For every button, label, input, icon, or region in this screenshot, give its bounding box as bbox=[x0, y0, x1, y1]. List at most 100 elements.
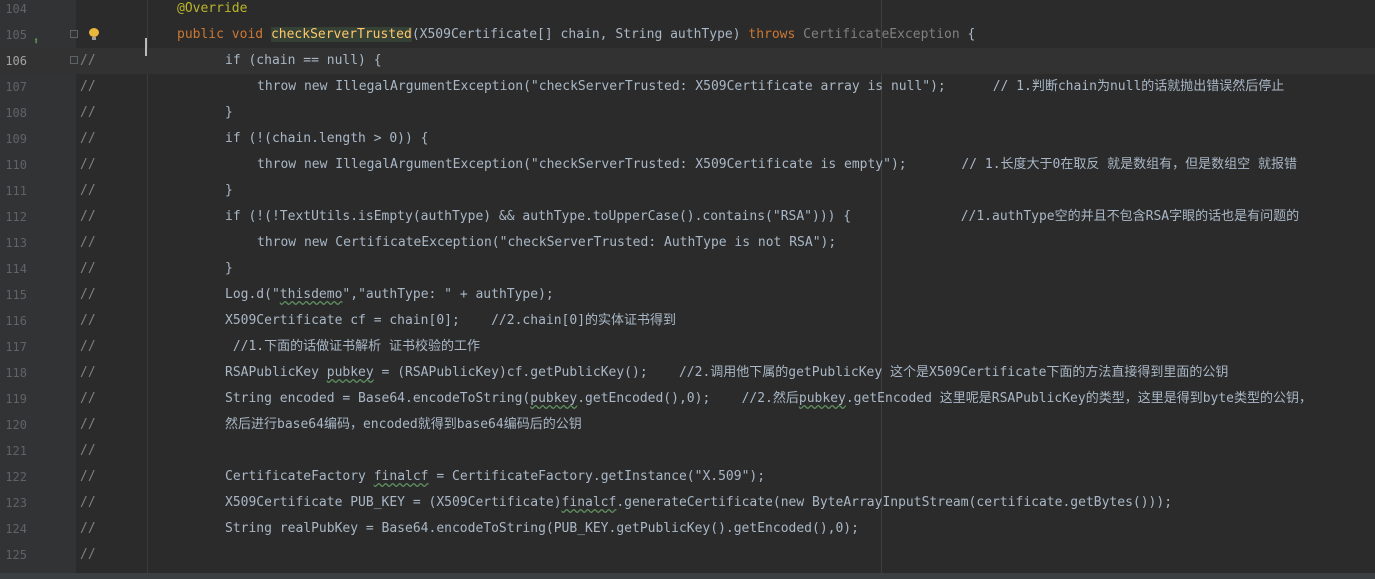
line-comment-marker: // bbox=[80, 521, 96, 536]
line-number: 111 bbox=[5, 184, 27, 198]
line-number: 125 bbox=[5, 548, 27, 562]
line-number: 105 bbox=[5, 28, 27, 42]
line-number: 116 bbox=[5, 314, 27, 328]
code-text: RSAPublicKey pubkey = (RSAPublicKey)cf.g… bbox=[225, 360, 1228, 386]
code-token: (X509Certificate[] chain, String authTyp… bbox=[411, 27, 749, 42]
code-text: X509Certificate cf = chain[0]; //2.chain… bbox=[225, 308, 676, 334]
code-text: throw new IllegalArgumentException("chec… bbox=[257, 152, 1297, 178]
line-number: 122 bbox=[5, 470, 27, 484]
code-token: throw new CertificateException("checkSer… bbox=[257, 235, 837, 250]
code-token: if (chain == null) { bbox=[225, 53, 382, 68]
code-line[interactable]: 124 // String realPubKey = Base64.encodeTo… bbox=[0, 516, 1375, 542]
code-token: finalcf bbox=[373, 469, 429, 484]
line-number: 107 bbox=[5, 80, 27, 94]
code-token: if (!(!TextUtils.isEmpty(authType) && au… bbox=[225, 209, 1300, 224]
line-comment-marker: // bbox=[80, 79, 96, 94]
line-number: 112 bbox=[5, 210, 27, 224]
code-token: pubkey bbox=[326, 365, 374, 380]
code-text: public void checkServerTrusted(X509Certi… bbox=[177, 22, 975, 48]
line-number: 106 bbox=[5, 54, 27, 68]
line-number: 115 bbox=[5, 288, 27, 302]
code-line[interactable]: 115 // Log.d("thisdemo","authType: " + aut… bbox=[0, 282, 1375, 308]
code-text: } bbox=[225, 178, 233, 204]
code-line[interactable]: 122 // CertificateFactory finalcf = Certif… bbox=[0, 464, 1375, 490]
line-number: 117 bbox=[5, 340, 27, 354]
code-token: thisdemo bbox=[279, 287, 343, 302]
code-text: String encoded = Base64.encodeToString( p… bbox=[225, 386, 1312, 412]
line-comment-marker: // bbox=[80, 131, 96, 146]
line-number: 104 bbox=[5, 2, 27, 16]
code-text: String realPubKey = Base64.encodeToStrin… bbox=[225, 516, 859, 542]
code-line[interactable]: 109 // if (!(chain.length > 0)) { bbox=[0, 126, 1375, 152]
line-comment-marker: // bbox=[80, 313, 96, 328]
code-text: 然后进行base64编码，encoded就得到base64编码后的公钥 bbox=[225, 412, 582, 438]
code-line[interactable]: 123 // X509Certificate PUB_KEY = (X509Cert… bbox=[0, 490, 1375, 516]
code-text: CertificateFactory finalcf = Certificate… bbox=[225, 464, 765, 490]
code-line[interactable]: 121 // bbox=[0, 438, 1375, 464]
code-line[interactable]: 112 // if (!(!TextUtils.isEmpty(authType) … bbox=[0, 204, 1375, 230]
code-line[interactable]: 111 //} bbox=[0, 178, 1375, 204]
code-token: .generateCertificate(new ByteArrayInputS… bbox=[616, 495, 1173, 510]
text-caret bbox=[145, 38, 147, 56]
code-token: //1.下面的话做证书解析 证书校验的工作 bbox=[225, 339, 480, 354]
lightbulb-icon[interactable] bbox=[89, 28, 99, 40]
code-text: throw new IllegalArgumentException("chec… bbox=[257, 74, 1284, 100]
code-text: //1.下面的话做证书解析 证书校验的工作 bbox=[225, 334, 480, 360]
code-text: throw new CertificateException("checkSer… bbox=[257, 230, 836, 256]
line-comment-marker: // bbox=[80, 391, 96, 406]
code-token: } bbox=[225, 261, 233, 276]
line-comment-marker: // bbox=[80, 469, 96, 484]
code-line[interactable]: 117 // //1.下面的话做证书解析 证书校验的工作 bbox=[0, 334, 1375, 360]
code-lines[interactable]: 104 @Override 105 ⬆ public void checkServerT… bbox=[0, 0, 1375, 579]
line-number: 108 bbox=[5, 106, 27, 120]
code-token: @Override bbox=[177, 1, 248, 16]
code-line[interactable]: 125 // bbox=[0, 542, 1375, 568]
code-line[interactable]: 108 //} bbox=[0, 100, 1375, 126]
code-line[interactable]: 118 // RSAPublicKey pubkey = (RSAPublicKey… bbox=[0, 360, 1375, 386]
code-text: } bbox=[225, 256, 233, 282]
code-line[interactable]: 120 // 然后进行base64编码，encoded就得到base64编码后的公钥 bbox=[0, 412, 1375, 438]
horizontal-scrollbar[interactable] bbox=[0, 573, 1375, 579]
code-token: String encoded = Base64.encodeToString( bbox=[225, 391, 531, 406]
code-token: CertificateFactory bbox=[225, 469, 374, 484]
fold-toggle-icon[interactable] bbox=[70, 30, 78, 38]
line-comment-marker: // bbox=[80, 183, 96, 198]
line-comment-marker: // bbox=[80, 339, 96, 354]
code-token: X509Certificate PUB_KEY = (X509Certifica… bbox=[225, 495, 562, 510]
line-number: 114 bbox=[5, 262, 27, 276]
line-number: 113 bbox=[5, 236, 27, 250]
line-comment-marker: // bbox=[80, 417, 96, 432]
line-number: 109 bbox=[5, 132, 27, 146]
code-line[interactable]: 105 ⬆ public void checkServerTrusted(X509C… bbox=[0, 22, 1375, 48]
code-token: String realPubKey = Base64.encodeToStrin… bbox=[225, 521, 859, 536]
line-comment-marker: // bbox=[80, 547, 96, 562]
code-text: if (chain == null) { bbox=[225, 48, 382, 74]
code-line[interactable]: 107 // throw new IllegalArgumentException(… bbox=[0, 74, 1375, 100]
code-line[interactable]: 114 //} bbox=[0, 256, 1375, 282]
line-number: 110 bbox=[5, 158, 27, 172]
code-token: = CertificateFactory.getInstance("X.509"… bbox=[428, 469, 766, 484]
code-line[interactable]: 104 @Override bbox=[0, 0, 1375, 22]
line-comment-marker: // bbox=[80, 495, 96, 510]
line-comment-marker: // bbox=[80, 53, 96, 68]
line-number: 123 bbox=[5, 496, 27, 510]
code-line[interactable]: 119 // String encoded = Base64.encodeToStr… bbox=[0, 386, 1375, 412]
code-line[interactable]: 110 // throw new IllegalArgumentException(… bbox=[0, 152, 1375, 178]
code-line[interactable]: 106 // if (chain == null) { bbox=[0, 48, 1375, 74]
code-token: } bbox=[225, 183, 233, 198]
code-token: public bbox=[177, 27, 232, 42]
line-number: 120 bbox=[5, 418, 27, 432]
code-text: if (!(chain.length > 0)) { bbox=[225, 126, 429, 152]
code-line[interactable]: 113 // throw new CertificateException("che… bbox=[0, 230, 1375, 256]
code-token: .getEncoded 这里呢是RSAPublicKey的类型，这里是得到byt… bbox=[845, 391, 1313, 406]
code-editor[interactable]: 104 @Override 105 ⬆ public void checkServerT… bbox=[0, 0, 1375, 579]
code-token: throw new IllegalArgumentException("chec… bbox=[257, 79, 1285, 94]
code-token: } bbox=[225, 105, 233, 120]
code-token: 然后进行base64编码，encoded就得到base64编码后的公钥 bbox=[225, 417, 582, 432]
fold-toggle-icon[interactable] bbox=[70, 56, 78, 64]
code-token: pubkey bbox=[798, 391, 846, 406]
line-comment-marker: // bbox=[80, 209, 96, 224]
code-line[interactable]: 116 // X509Certificate cf = chain[0]; //2.… bbox=[0, 308, 1375, 334]
line-comment-marker: // bbox=[80, 105, 96, 120]
code-token: finalcf bbox=[561, 495, 617, 510]
